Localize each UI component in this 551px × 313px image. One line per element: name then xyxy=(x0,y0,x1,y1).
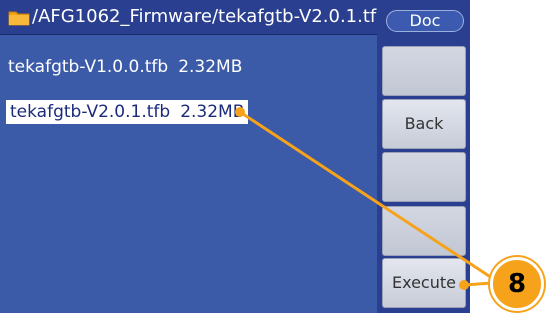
callout-dot-file xyxy=(235,107,245,117)
callout-badge: 8 xyxy=(490,257,544,311)
callout-dot-execute xyxy=(459,280,469,290)
callout-lines xyxy=(235,107,493,290)
callout-line-to-file xyxy=(239,110,493,280)
